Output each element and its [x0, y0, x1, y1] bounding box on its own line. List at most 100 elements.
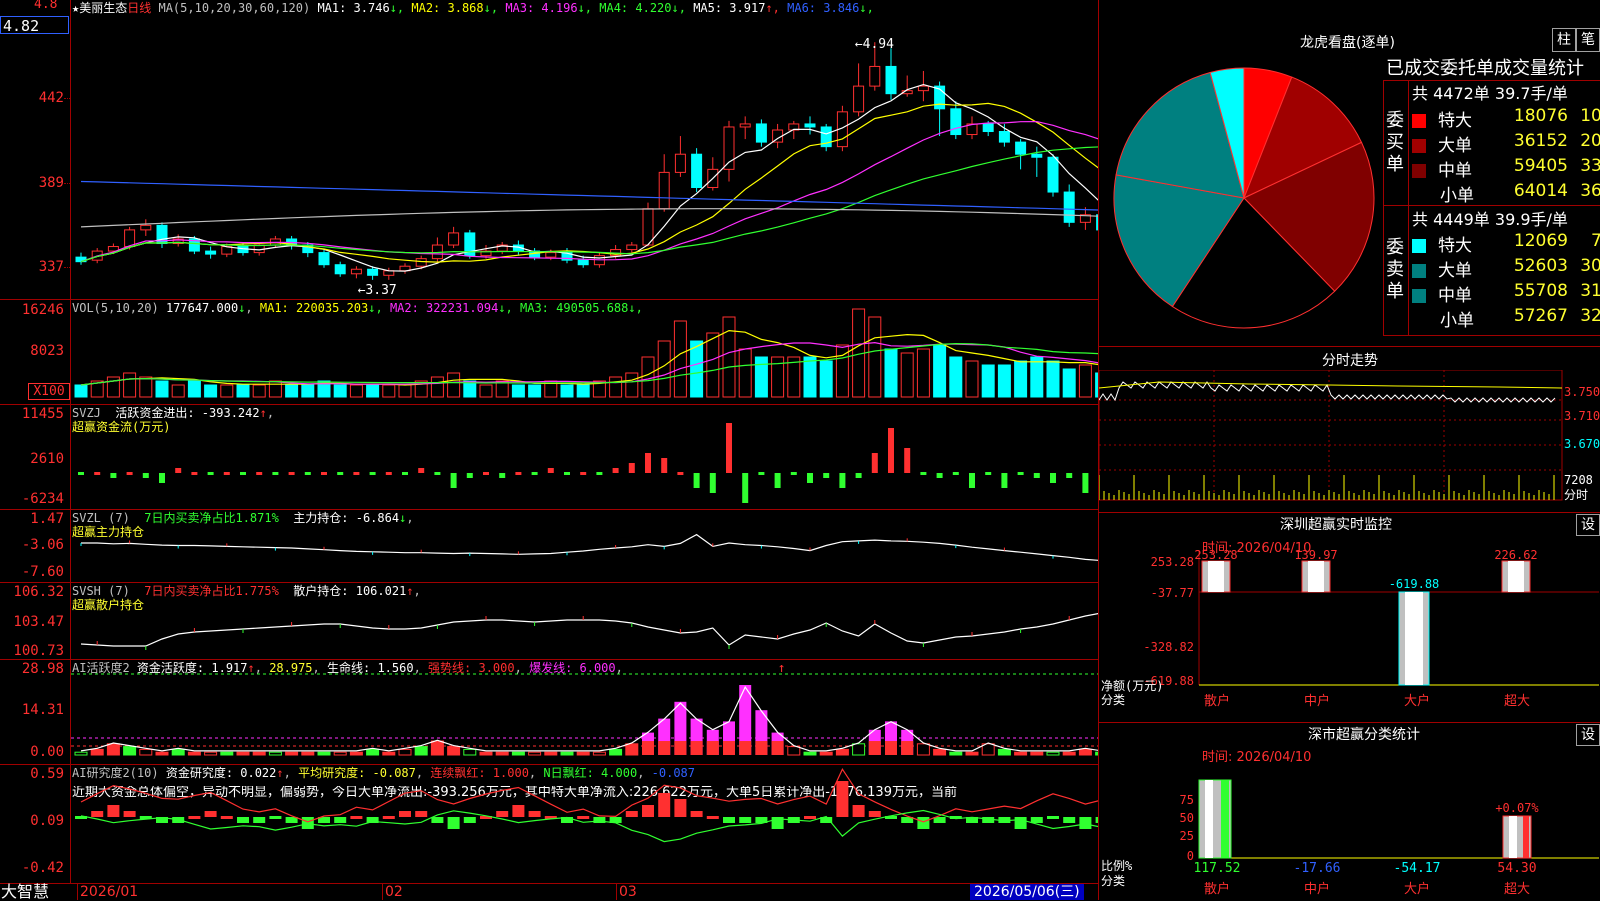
fund-flow-bar [288, 472, 295, 475]
bar-mode-button[interactable]: 柱 [1552, 28, 1576, 52]
candle-body [674, 153, 686, 173]
candle-body [626, 244, 638, 251]
szcy-cat-label: 散户 [1204, 693, 1230, 709]
research-bar [107, 805, 120, 817]
research-bar [868, 811, 881, 817]
buy-side-label: 委买单 [1386, 110, 1404, 175]
volume-bar [981, 364, 995, 398]
research-bar [739, 817, 752, 823]
color-swatch [1412, 164, 1426, 178]
ytick-label: 16246 [21, 302, 64, 318]
activity-bar [592, 751, 606, 756]
candle-body [739, 123, 751, 128]
fund-flow-bar [434, 472, 441, 475]
fund-flow-bar [272, 472, 279, 475]
volume-bar [690, 340, 704, 398]
candle-body [1063, 191, 1075, 223]
color-swatch [1412, 313, 1428, 329]
activity-bar-base [690, 741, 703, 755]
activity-bar [236, 751, 250, 756]
activity-bar [220, 751, 234, 756]
research-bar [917, 817, 930, 829]
fund-flow-bar [321, 472, 327, 475]
fund-flow-bar [904, 448, 911, 473]
activity-bar [366, 748, 380, 756]
activity-bar [398, 748, 412, 756]
szcy-bar-chart[interactable]: 253.28 -37.77 -328.82 -619.88 净额(万元)分类 253.28… [1099, 550, 1600, 720]
research-bar [431, 817, 444, 823]
tick-mark [64, 98, 70, 99]
order-size-name: 特大 [1438, 111, 1472, 131]
activity-bar [171, 748, 185, 756]
activity-bar [301, 751, 315, 756]
fund-flow-bar [531, 472, 538, 475]
activity-bar-base [901, 741, 914, 755]
activity-bar [139, 748, 153, 756]
ytick-label: 442 [38, 90, 64, 106]
fund-flow-bar [1001, 473, 1008, 488]
fund-flow-bar [985, 472, 992, 475]
activity-bar [852, 743, 866, 756]
fund-flow-bar [94, 472, 101, 475]
activity-bar [1062, 751, 1076, 756]
candle-body [917, 85, 929, 92]
tick-mark [64, 183, 70, 184]
order-size-pct: 31% [1580, 281, 1600, 301]
svsh-chart[interactable] [71, 583, 1098, 659]
research-bar [301, 817, 314, 829]
lhkp-tabs[interactable]: 已成交委托单成交量统计 [1386, 54, 1600, 80]
fund-flow-bar [1082, 473, 1089, 493]
ytick-label: -0.42 [21, 860, 64, 876]
fund-flow-bar [256, 472, 263, 475]
szcy-settings-button[interactable]: 设 [1576, 514, 1600, 536]
color-swatch [1412, 139, 1426, 153]
activity-bar [382, 751, 396, 756]
svzl-chart[interactable] [71, 510, 1098, 582]
order-size-pct: 30% [1580, 256, 1600, 276]
candle-body [448, 232, 460, 246]
tick-mode-button[interactable]: 笔 [1576, 28, 1600, 52]
volume-bar [479, 384, 493, 398]
order-size-value: 52603 [1513, 256, 1568, 276]
order-size-pct: 10% [1580, 106, 1600, 126]
activity-bar [155, 751, 169, 756]
research-bar [852, 805, 865, 817]
research-bar [496, 811, 509, 817]
ai1-chart[interactable]: ↑ [71, 660, 1098, 764]
volume-bar [738, 348, 752, 398]
fund-flow-bar [580, 472, 587, 475]
fund-flow-bar [369, 472, 376, 475]
ssfl-settings-button[interactable]: 设 [1576, 724, 1600, 746]
volume-bar [900, 352, 914, 398]
szcy-bar-hi [1508, 561, 1524, 592]
candle-body [124, 229, 136, 248]
volume-bar [933, 344, 947, 398]
volume-bar [155, 380, 169, 398]
ssfl-bar-hi [1523, 816, 1529, 858]
activity-bar [933, 748, 947, 756]
ssfl-cat-label: 中户 [1304, 881, 1330, 897]
ai2-chart[interactable] [71, 765, 1098, 883]
candlestick-chart[interactable]: ←4.94←3.37绩 [71, 0, 1098, 300]
cursor-date[interactable]: 2026/05/06(三) [970, 884, 1084, 900]
activity-bar [463, 748, 477, 756]
fund-flow-bar [774, 473, 781, 488]
svzj-chart[interactable] [71, 405, 1098, 509]
order-pie-chart[interactable] [1104, 58, 1384, 338]
activity-bar [317, 751, 331, 756]
ssfl-bar-chart[interactable]: 7550250比例%分类+0.07%117.52散户-17.66中户-54.17… [1099, 760, 1600, 900]
research-bar [463, 817, 476, 823]
research-bar [1063, 817, 1076, 823]
fund-flow-bar [628, 463, 635, 473]
candle-body [869, 65, 881, 87]
szcy-bar-hi [1308, 561, 1324, 592]
activity-bar [447, 746, 461, 756]
sell-total: 共 4449单 39.9手/单 [1412, 210, 1568, 229]
fund-flow-bar [159, 473, 165, 483]
intraday-chart[interactable]: 3.750 3.710 3.670 7208分时 [1099, 370, 1600, 510]
szcy-ytick: -328.82 [1143, 640, 1194, 654]
activity-bar [803, 751, 817, 756]
volume-chart[interactable] [71, 300, 1098, 404]
fund-flow-bar [855, 473, 862, 478]
volume-bar [803, 356, 817, 398]
